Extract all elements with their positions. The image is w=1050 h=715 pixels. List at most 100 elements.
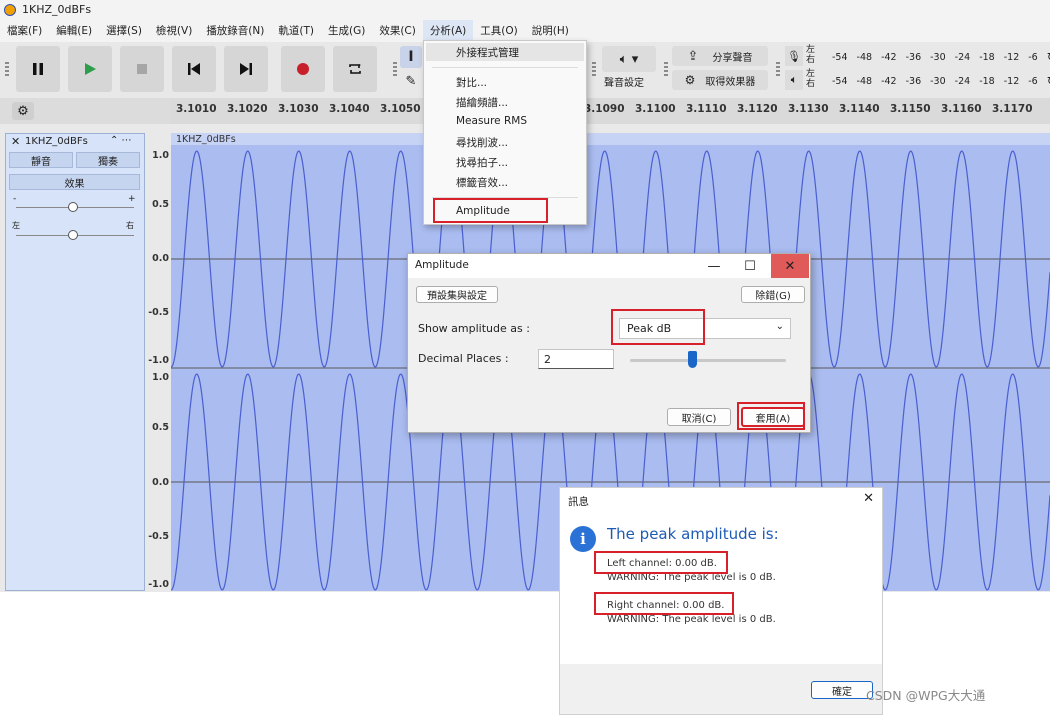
menu-item-contrast[interactable]: 對比... bbox=[456, 75, 487, 90]
menu-bar: 檔案(F) 編輯(E) 選擇(S) 檢視(V) 播放錄音(N) 軌道(T) 生成… bbox=[0, 20, 1050, 42]
record-meter-button[interactable]: 🎙︎ bbox=[785, 46, 803, 66]
close-icon[interactable]: ✕ bbox=[863, 491, 874, 506]
toolbar-grip[interactable] bbox=[592, 62, 596, 76]
audio-setup-label: 聲音設定 bbox=[604, 78, 644, 89]
toolbar-grip[interactable] bbox=[393, 62, 397, 76]
ibeam-icon: I bbox=[408, 49, 414, 65]
scale-label: 1.0 bbox=[152, 150, 169, 161]
menu-item-plot-spectrum[interactable]: 描繪頻譜... bbox=[456, 95, 508, 110]
vertical-scale[interactable]: 1.0 0.5 0.0 -0.5 -1.0 1.0 0.5 0.0 -0.5 -… bbox=[146, 133, 171, 591]
peak-amplitude-headline: The peak amplitude is: bbox=[607, 525, 779, 543]
record-meter[interactable]: -54 -48 -42 -36 -30 -24 -18 -12 -6 ↻ bbox=[832, 46, 1050, 68]
menu-separator bbox=[432, 67, 578, 68]
toolbar-grip[interactable] bbox=[776, 62, 780, 76]
meter-tick: -36 bbox=[905, 51, 922, 63]
audio-setup-dropdown[interactable]: 🔈︎ ▾ bbox=[602, 46, 656, 72]
draw-tool-button[interactable]: ✎ bbox=[400, 70, 422, 92]
pan-slider-handle[interactable] bbox=[68, 230, 78, 240]
skip-start-icon bbox=[188, 63, 200, 75]
gain-plus-label: + bbox=[128, 194, 136, 204]
meter-tick: -36 bbox=[905, 75, 922, 87]
minimize-icon: — bbox=[707, 258, 721, 274]
menu-tools[interactable]: 工具(O) bbox=[473, 20, 524, 42]
ruler-tick: 3.1040 bbox=[329, 103, 370, 115]
amplitude-dialog-titlebar[interactable]: Amplitude — ☐ ✕ bbox=[408, 254, 810, 278]
skip-to-start-button[interactable] bbox=[172, 46, 216, 92]
play-button[interactable] bbox=[68, 46, 112, 92]
scale-label: 0.0 bbox=[152, 477, 169, 488]
debug-button[interactable]: 除錯(G) bbox=[741, 286, 805, 303]
microphone-icon: 🎙︎ bbox=[787, 49, 801, 63]
gain-slider-handle[interactable] bbox=[68, 202, 78, 212]
playback-meter[interactable]: -54 -48 -42 -36 -30 -24 -18 -12 -6 ↻ bbox=[832, 70, 1050, 92]
scale-label: -1.0 bbox=[148, 355, 169, 366]
ruler-tick: 3.1160 bbox=[941, 103, 982, 115]
scale-label: -1.0 bbox=[148, 579, 169, 590]
decimal-places-input[interactable]: 2 bbox=[538, 349, 614, 369]
meter-tick: -6 bbox=[1028, 75, 1038, 87]
toolbar-grip[interactable] bbox=[664, 62, 668, 76]
pause-button[interactable] bbox=[16, 46, 60, 92]
menu-file[interactable]: 檔案(F) bbox=[0, 20, 49, 42]
effects-button[interactable]: 效果 bbox=[9, 174, 140, 190]
plugin-icon: ⚙ bbox=[684, 73, 696, 87]
skip-end-icon bbox=[240, 63, 252, 75]
skip-to-end-button[interactable] bbox=[224, 46, 268, 92]
maximize-button[interactable]: ☐ bbox=[731, 254, 769, 278]
cancel-button[interactable]: 取消(C) bbox=[667, 408, 731, 426]
playback-meter-channels: 左 右 bbox=[806, 69, 816, 89]
menu-item-plugin-manager[interactable]: 外接程式管理 bbox=[456, 45, 519, 60]
clip-name[interactable]: 1KHZ_0dBFs bbox=[176, 134, 236, 145]
menu-item-find-clipping[interactable]: 尋找削波... bbox=[456, 135, 508, 150]
meter-tick: -12 bbox=[1003, 75, 1020, 87]
close-button[interactable]: ✕ bbox=[771, 254, 809, 278]
minimize-button[interactable]: — bbox=[695, 254, 733, 278]
maximize-icon: ☐ bbox=[744, 258, 756, 274]
menu-item-measure-rms[interactable]: Measure RMS bbox=[456, 115, 527, 127]
share-audio-button[interactable]: ⇪ 分享聲音 bbox=[672, 46, 768, 66]
track-control-panel[interactable]: ✕ 1KHZ_0dBFs ⌃ ⋯ 靜音 獨奏 效果 - + 左 右 bbox=[5, 133, 145, 591]
mute-button[interactable]: 靜音 bbox=[9, 152, 73, 168]
menu-tracks[interactable]: 軌道(T) bbox=[271, 20, 321, 42]
scale-label: 0.5 bbox=[152, 199, 169, 210]
track-name[interactable]: 1KHZ_0dBFs bbox=[25, 136, 88, 147]
timeline-settings-button[interactable]: ⚙ bbox=[12, 102, 34, 120]
watermark: CSDN @WPG大大通 bbox=[866, 688, 986, 703]
clip-header[interactable] bbox=[171, 133, 1050, 145]
menu-item-beat-finder[interactable]: 找尋拍子... bbox=[456, 155, 508, 170]
app-logo-icon bbox=[4, 4, 16, 16]
meter-tick: -24 bbox=[954, 51, 971, 63]
collapse-track-icon[interactable]: ⌃ ⋯ bbox=[110, 135, 132, 146]
scale-label: -0.5 bbox=[148, 307, 169, 318]
menu-transport[interactable]: 播放錄音(N) bbox=[199, 20, 271, 42]
highlight-apply-button bbox=[737, 402, 805, 430]
stop-button[interactable] bbox=[120, 46, 164, 92]
menu-effect[interactable]: 效果(C) bbox=[372, 20, 423, 42]
meter-tick: -18 bbox=[979, 75, 995, 87]
solo-button[interactable]: 獨奏 bbox=[76, 152, 140, 168]
presets-settings-button[interactable]: 預設集與設定 bbox=[416, 286, 498, 303]
menu-analyze[interactable]: 分析(A) bbox=[422, 20, 474, 42]
menu-view[interactable]: 檢視(V) bbox=[149, 20, 199, 42]
get-effects-button[interactable]: ⚙ 取得效果器 bbox=[672, 70, 768, 90]
right-channel-warning: WARNING: The peak level is 0 dB. bbox=[607, 614, 776, 625]
menu-help[interactable]: 說明(H) bbox=[525, 20, 576, 42]
info-icon: i bbox=[570, 526, 596, 552]
loop-button[interactable] bbox=[333, 46, 377, 92]
record-button[interactable] bbox=[281, 46, 325, 92]
meter-tick: -18 bbox=[979, 51, 995, 63]
decimal-places-slider[interactable] bbox=[630, 359, 786, 362]
close-track-icon[interactable]: ✕ bbox=[11, 135, 20, 148]
menu-generate[interactable]: 生成(G) bbox=[321, 20, 372, 42]
menu-item-label-sounds[interactable]: 標籤音效... bbox=[456, 175, 508, 190]
toolbar-grip[interactable] bbox=[5, 62, 9, 76]
menu-select[interactable]: 選擇(S) bbox=[99, 20, 149, 42]
selection-tool-button[interactable]: I bbox=[400, 46, 422, 68]
menu-edit[interactable]: 編輯(E) bbox=[49, 20, 99, 42]
record-icon bbox=[297, 63, 309, 75]
ok-button[interactable]: 確定 bbox=[811, 681, 873, 699]
meter-tick: -48 bbox=[856, 75, 873, 87]
decimal-places-slider-handle[interactable] bbox=[688, 351, 698, 368]
ruler-tick: 3.1150 bbox=[890, 103, 931, 115]
playback-meter-button[interactable]: 🔈︎ bbox=[785, 70, 803, 90]
